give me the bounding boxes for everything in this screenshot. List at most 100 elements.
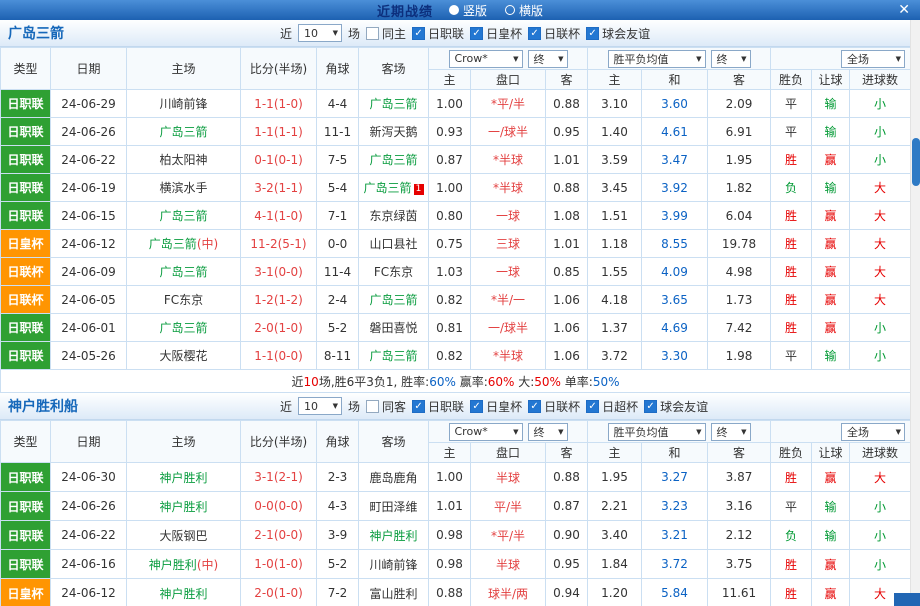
type-badge: 日职联 bbox=[1, 314, 51, 342]
col-lose: 客 bbox=[708, 70, 771, 90]
home-handicap-odds-cell: 1.03 bbox=[429, 258, 471, 286]
league-label: 日皇杯 bbox=[486, 25, 522, 42]
league-checkbox[interactable]: ✓ 球会友谊 bbox=[586, 25, 650, 42]
win-odds-cell: 1.84 bbox=[588, 550, 642, 579]
handicap-cell: *半球 bbox=[471, 174, 546, 202]
handicap-cell: *半球 bbox=[471, 146, 546, 174]
table-row: 日职联 24-06-19 横滨水手 3-2(1-1) 5-4 广岛三箭1 1.0… bbox=[1, 174, 911, 202]
odds-average-select[interactable]: 胜平负均值▼ bbox=[608, 50, 706, 68]
league-checkbox[interactable]: ✓ 日联杯 bbox=[528, 398, 580, 415]
home-team: 神户胜利(中) bbox=[127, 550, 241, 579]
col-win: 主 bbox=[588, 443, 642, 463]
result-cell: 负 bbox=[771, 521, 812, 550]
home-team-name: 神户胜利 bbox=[159, 500, 207, 514]
home-handicap-odds-cell: 1.00 bbox=[429, 463, 471, 492]
away-handicap-odds-cell: 1.06 bbox=[546, 286, 588, 314]
lose-odds-cell: 1.98 bbox=[708, 342, 771, 370]
goals-cell: 小 bbox=[850, 118, 911, 146]
away-team-name: 山口县社 bbox=[369, 237, 417, 251]
league-checkbox[interactable]: ✓ 日皇杯 bbox=[470, 25, 522, 42]
score-cell: 1-1(1-0) bbox=[241, 90, 317, 118]
handicap-cell: 三球 bbox=[471, 230, 546, 258]
home-team-name: 大阪樱花 bbox=[159, 349, 207, 363]
away-team-name: 广岛三箭 bbox=[369, 349, 417, 363]
league-checkbox[interactable]: ✓ 日职联 bbox=[412, 25, 464, 42]
date-cell: 24-06-16 bbox=[51, 550, 127, 579]
final-odds-select[interactable]: 终▼ bbox=[528, 50, 568, 68]
scope-select[interactable]: 全场▼ bbox=[841, 50, 905, 68]
summary-segment: 单率: bbox=[561, 375, 593, 389]
scope-select[interactable]: 全场 ▼ bbox=[841, 423, 905, 441]
scrollbar[interactable] bbox=[910, 20, 920, 606]
corners-cell: 11-4 bbox=[317, 258, 359, 286]
home-handicap-odds-cell: 1.00 bbox=[429, 90, 471, 118]
radio-vertical-layout[interactable]: 竖版 bbox=[449, 2, 487, 19]
wdl-odds-header: 胜平负均值▼ 终▼ bbox=[588, 421, 771, 443]
league-checkbox[interactable]: ✓ 日皇杯 bbox=[470, 398, 522, 415]
draw-odds-cell: 3.60 bbox=[642, 90, 708, 118]
col-result: 胜负 bbox=[771, 443, 812, 463]
same-home-checkbox[interactable]: 同主 bbox=[366, 25, 406, 42]
lose-odds-cell: 11.61 bbox=[708, 579, 771, 606]
check-icon: ✓ bbox=[414, 28, 422, 39]
lose-odds-cell: 3.75 bbox=[708, 550, 771, 579]
chevron-down-icon: ▼ bbox=[696, 55, 701, 63]
col-handicap: 盘口 bbox=[471, 70, 546, 90]
radio-horizontal-layout[interactable]: 横版 bbox=[505, 2, 543, 19]
handicap-cell: 半球 bbox=[471, 463, 546, 492]
odds-average-select[interactable]: 胜平负均值▼ bbox=[608, 423, 706, 441]
chevron-down-icon: ▼ bbox=[896, 428, 901, 436]
final-wdl-select[interactable]: 终▼ bbox=[711, 50, 751, 68]
same-away-checkbox[interactable]: 同客 bbox=[366, 398, 406, 415]
table-row: 日职联 24-06-26 神户胜利 0-0(0-0) 4-3 町田泽维 1.01… bbox=[1, 492, 911, 521]
summary-segment: 场,胜6平3负1, 胜率: bbox=[319, 375, 429, 389]
away-team-name: 川崎前锋 bbox=[369, 558, 417, 572]
chevron-down-icon: ▼ bbox=[696, 428, 701, 436]
type-badge: 日职联 bbox=[1, 463, 51, 492]
league-checkbox[interactable]: ✓ 日超杯 bbox=[586, 398, 638, 415]
home-team-name: 柏太阳神 bbox=[159, 153, 207, 167]
draw-odds-cell: 3.99 bbox=[642, 202, 708, 230]
check-icon: ✓ bbox=[588, 401, 596, 412]
home-team: 柏太阳神 bbox=[127, 146, 241, 174]
wdl-odds-header: 胜平负均值▼ 终▼ bbox=[588, 48, 771, 70]
final-wdl-select[interactable]: 终▼ bbox=[711, 423, 751, 441]
draw-odds-cell: 3.30 bbox=[642, 342, 708, 370]
away-handicap-odds-cell: 1.06 bbox=[546, 342, 588, 370]
col-home: 主场 bbox=[127, 421, 241, 463]
win-odds-cell: 4.18 bbox=[588, 286, 642, 314]
final-odds-select[interactable]: 终▼ bbox=[528, 423, 568, 441]
handicap-result-cell: 赢 bbox=[812, 314, 850, 342]
bookmaker-select[interactable]: Crow*▼ bbox=[449, 423, 523, 441]
away-team: 广岛三箭 bbox=[359, 146, 429, 174]
scrollbar-thumb[interactable] bbox=[912, 138, 920, 186]
win-odds-cell: 3.59 bbox=[588, 146, 642, 174]
league-checkbox[interactable]: ✓ 日联杯 bbox=[528, 25, 580, 42]
home-team-name: 神户胜利 bbox=[149, 558, 197, 572]
match-count-select[interactable]: 10 ▼ bbox=[298, 397, 342, 415]
away-team: 新泻天鹅 bbox=[359, 118, 429, 146]
league-checkbox[interactable]: ✓ 球会友谊 bbox=[644, 398, 708, 415]
home-team-name: 大阪钢巴 bbox=[159, 529, 207, 543]
bookmaker-select[interactable]: Crow*▼ bbox=[449, 50, 523, 68]
match-count-select[interactable]: 10 ▼ bbox=[298, 24, 342, 42]
league-label: 日联杯 bbox=[544, 398, 580, 415]
scope-value: 全场 bbox=[847, 424, 869, 440]
layout-radio-group: 竖版 横版 bbox=[449, 2, 543, 19]
chevron-down-icon: ▼ bbox=[513, 428, 518, 436]
draw-odds-cell: 3.47 bbox=[642, 146, 708, 174]
date-cell: 24-06-26 bbox=[51, 118, 127, 146]
team-name: 广岛三箭 bbox=[8, 23, 280, 43]
draw-odds-cell: 3.92 bbox=[642, 174, 708, 202]
corners-cell: 5-2 bbox=[317, 550, 359, 579]
filter-bar: 近 10 ▼ 场 同客 ✓ 日职联 ✓ 日皇杯 ✓ 日联杯 bbox=[280, 397, 708, 415]
filter-bar: 近 10 ▼ 场 同主 ✓ 日职联 ✓ 日皇杯 ✓ 日联杯 bbox=[280, 24, 650, 42]
away-team: 广岛三箭 bbox=[359, 90, 429, 118]
handicap-result-cell: 输 bbox=[812, 492, 850, 521]
away-team: 富山胜利 bbox=[359, 579, 429, 606]
home-handicap-odds-cell: 0.81 bbox=[429, 314, 471, 342]
draw-odds-cell: 3.72 bbox=[642, 550, 708, 579]
handicap-cell: *平/半 bbox=[471, 90, 546, 118]
close-icon[interactable]: ✕ bbox=[898, 0, 910, 20]
league-checkbox[interactable]: ✓ 日职联 bbox=[412, 398, 464, 415]
